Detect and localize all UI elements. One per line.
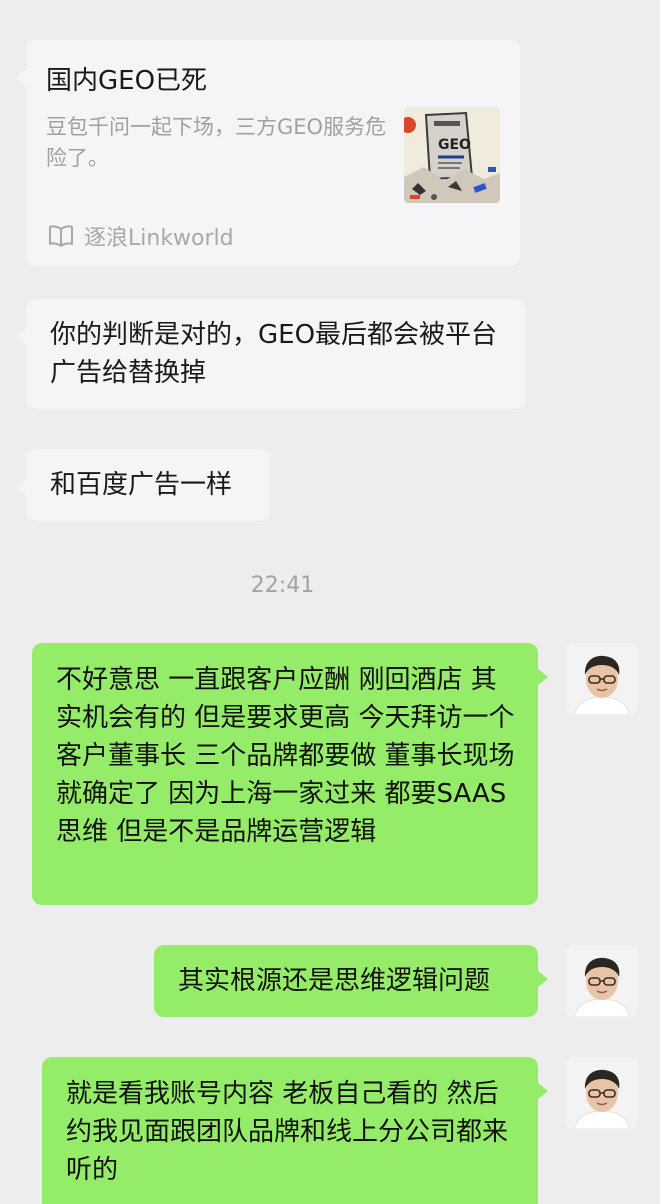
incoming-message[interactable]: 你的判断是对的，GEO最后都会被平台广告给替换掉: [16, 299, 526, 409]
article-source: 逐浪Linkworld: [48, 222, 234, 251]
avatar[interactable]: [566, 1057, 638, 1129]
outgoing-message[interactable]: 不好意思 一直跟客户应酬 刚回酒店 其实机会有的 但是要求更高 今天拜访一个客户…: [32, 643, 548, 905]
article-thumbnail: GEO: [404, 107, 500, 203]
avatar-image: [566, 1057, 638, 1129]
outgoing-message[interactable]: 就是看我账号内容 老板自己看的 然后约我见面跟团队品牌和线上分公司都来听的: [42, 1057, 548, 1204]
message-text: 就是看我账号内容 老板自己看的 然后约我见面跟团队品牌和线上分公司都来听的: [66, 1079, 509, 1185]
message-text: 不好意思 一直跟客户应酬 刚回酒店 其实机会有的 但是要求更高 今天拜访一个客户…: [56, 665, 515, 847]
avatar-image: [566, 945, 638, 1017]
article-thumbnail-text: GEO: [438, 137, 471, 153]
article-thumbnail-image: GEO: [404, 107, 500, 203]
message-text: 和百度广告一样: [50, 470, 233, 500]
article-title: 国内GEO已死: [46, 66, 208, 96]
chat-timestamp: 22:41: [250, 573, 315, 598]
book-open-icon: [49, 225, 73, 247]
incoming-message[interactable]: 和百度广告一样: [16, 449, 270, 521]
article-source-name: 逐浪Linkworld: [84, 226, 234, 251]
avatar-image: [566, 643, 638, 715]
message-text: 其实根源还是思维逻辑问题: [178, 966, 491, 996]
message-text: 你的判断是对的，GEO最后都会被平台广告给替换掉: [50, 320, 498, 388]
avatar[interactable]: [566, 643, 638, 715]
article-description: 豆包千问一起下场，三方GEO服务危险了。: [46, 115, 387, 170]
avatar[interactable]: [566, 945, 638, 1017]
article-card[interactable]: 国内GEO已死 豆包千问一起下场，三方GEO服务危险了。 GEO 逐浪Linkw…: [16, 40, 520, 266]
outgoing-message[interactable]: 其实根源还是思维逻辑问题: [154, 945, 548, 1017]
